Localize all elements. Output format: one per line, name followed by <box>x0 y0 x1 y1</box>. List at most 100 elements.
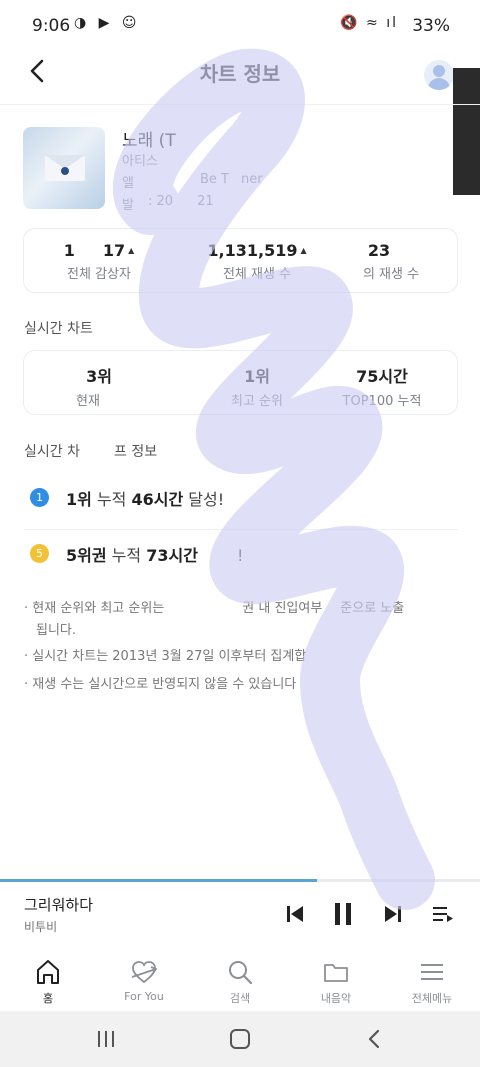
rt-top100-hours-label: TOP100 누적 <box>342 394 422 409</box>
stat-listeners-value-head: 1 <box>63 241 75 260</box>
rt-current-rank: 3위 현재 <box>34 363 164 409</box>
rank-badge-icon: 1 <box>30 488 49 507</box>
rt-best-rank: 1위 최고 순위 <box>182 363 332 409</box>
milestone-rank: 5위권 <box>66 546 107 565</box>
note-line: 됩니다. <box>36 623 77 638</box>
stat-listeners: 1 17 ▲ 전체 감상자 <box>34 241 164 282</box>
milestones-heading: 실시간 차 프 정보 <box>24 441 157 461</box>
next-button[interactable] <box>378 900 408 928</box>
stat-user-plays-label: 의 재생 수 <box>362 267 420 282</box>
rt-top100-hours: 75시간 TOP100 누적 <box>320 363 444 409</box>
note-text: 준으로 노출 <box>340 601 405 616</box>
previous-button[interactable] <box>280 900 310 928</box>
rt-current-rank-label: 현재 <box>76 394 100 409</box>
release-date-text: : 20 <box>148 194 174 209</box>
milestone-text-mid: 누적 <box>106 546 147 565</box>
album-art[interactable] <box>23 127 105 209</box>
song-artist[interactable]: 아티스 <box>122 150 158 169</box>
rt-best-rank-value: 1위 <box>244 367 270 386</box>
note-line: · 현재 순위와 최고 순위는 권 내 진입여부 준으로 노출 <box>24 598 464 619</box>
pause-icon <box>335 903 351 925</box>
status-time: 9:06 <box>32 16 71 36</box>
pause-button[interactable] <box>328 900 358 928</box>
milestones-heading-text-tail: 프 정보 <box>113 444 158 460</box>
song-album-text: Be T <box>200 172 229 187</box>
milestone-item: 5 5위권 누적 73시간 ! <box>24 534 458 578</box>
stat-plays-value: 1,131,519 ▲ <box>182 241 332 260</box>
stat-user-plays: 23 의 재생 수 <box>324 241 434 282</box>
nav-search[interactable]: 검색 <box>192 945 288 1011</box>
status-bar: 9:06 ◑ ▶ ☺ 🔇 ≈ ıl 33% <box>0 0 480 56</box>
menu-icon <box>421 964 443 980</box>
skip-next-icon <box>385 906 401 922</box>
milestone-item: 1 1위 누적 46시간 달성! <box>24 478 458 522</box>
trend-up-icon: ▲ <box>128 246 135 255</box>
realtime-chart-box: 3위 현재 1위 최고 순위 75시간 TOP100 누적 <box>23 350 458 415</box>
back-arrow-icon <box>368 1029 380 1049</box>
playlist-icon <box>433 907 453 922</box>
system-back-button[interactable] <box>354 1024 394 1054</box>
playback-progress-fill <box>0 879 317 882</box>
home-icon <box>37 960 59 984</box>
stat-user-plays-value: 23 <box>367 241 391 260</box>
milestones-heading-text: 실시간 차 <box>24 444 80 460</box>
milestone-divider <box>24 529 458 530</box>
milestone-hours: 46시간 <box>131 490 184 509</box>
nav-my-music[interactable]: 내음악 <box>288 945 384 1011</box>
nav-menu[interactable]: 전체메뉴 <box>384 945 480 1011</box>
stat-plays-label: 전체 재생 수 <box>222 267 292 282</box>
rt-top100-hours-value: 75시간 <box>356 367 408 386</box>
milestone-text-end: 달성! <box>183 490 225 509</box>
note-text: · 현재 순위와 최고 순위는 <box>24 601 165 616</box>
now-playing-artist[interactable]: 비투비 <box>24 918 57 935</box>
milestone-text: 5위권 누적 73시간 ! <box>66 542 243 566</box>
stat-listeners-label: 전체 감상자 <box>67 267 131 282</box>
rt-best-rank-label: 최고 순위 <box>231 394 283 409</box>
stat-listeners-value: 1 17 ▲ <box>34 241 164 260</box>
header-divider <box>0 104 480 105</box>
status-system-icons: 🔇 ≈ ıl <box>340 15 398 31</box>
song-title: 노래 (T <box>122 131 176 151</box>
nav-home-label: 홈 <box>42 992 54 1005</box>
song-album[interactable]: Be T ner <box>200 172 263 187</box>
nav-home[interactable]: 홈 <box>0 945 96 1011</box>
search-icon <box>229 961 253 985</box>
release-date-label: 발 <box>122 198 134 213</box>
recent-apps-button[interactable] <box>86 1024 126 1054</box>
nav-my-music-label: 내음악 <box>320 992 352 1005</box>
nav-for-you-label: For You <box>124 990 164 1003</box>
playlist-button[interactable] <box>428 900 458 928</box>
user-avatar-icon[interactable] <box>424 60 454 90</box>
trend-up-icon: ▲ <box>300 246 307 255</box>
stat-plays-number: 1,131,519 <box>207 241 298 260</box>
rt-current-rank-value: 3위 <box>86 367 112 386</box>
status-notification-icons: ◑ ▶ ☺ <box>74 15 141 31</box>
page-title: 차트 정보 <box>199 62 281 86</box>
stats-box: 1 17 ▲ 전체 감상자 1,131,519 ▲ 전체 재생 수 23 의 재생 수 <box>23 228 458 293</box>
note-text: 권 내 진입여부 <box>242 601 323 616</box>
now-playing-title[interactable]: 그리워하다 <box>24 894 93 915</box>
stat-listeners-value-tail: 17 <box>102 241 126 260</box>
milestone-text: 1위 누적 46시간 달성! <box>66 486 224 510</box>
milestone-text-end: ! <box>231 546 244 565</box>
milestone-text-mid: 누적 <box>91 490 132 509</box>
nav-menu-label: 전체메뉴 <box>411 992 453 1005</box>
square-home-icon <box>230 1029 250 1049</box>
home-system-button[interactable] <box>220 1024 260 1054</box>
heart-arrow-icon <box>131 961 158 984</box>
song-album-text-tail: ner <box>241 172 263 187</box>
stat-plays: 1,131,519 ▲ 전체 재생 수 <box>182 241 332 282</box>
overlay-thumbnail <box>453 68 480 195</box>
note-line: · 재생 수는 실시간으로 반영되지 않을 수 있습니다 <box>24 677 297 692</box>
realtime-chart-heading: 실시간 차트 <box>24 321 93 337</box>
skip-previous-icon <box>287 906 303 922</box>
release-date: : 20 21 <box>148 194 214 209</box>
milestone-rank: 1위 <box>66 490 92 509</box>
battery-percent: 33% <box>412 16 450 36</box>
note-line: · 실시간 차트는 2013년 3월 27일 이후부터 집계합 <box>24 649 307 664</box>
release-date-text-tail: 21 <box>197 194 214 209</box>
folder-icon <box>324 964 348 982</box>
recent-apps-icon <box>98 1031 114 1047</box>
nav-search-label: 검색 <box>229 992 251 1005</box>
nav-for-you[interactable]: For You <box>96 945 192 1011</box>
